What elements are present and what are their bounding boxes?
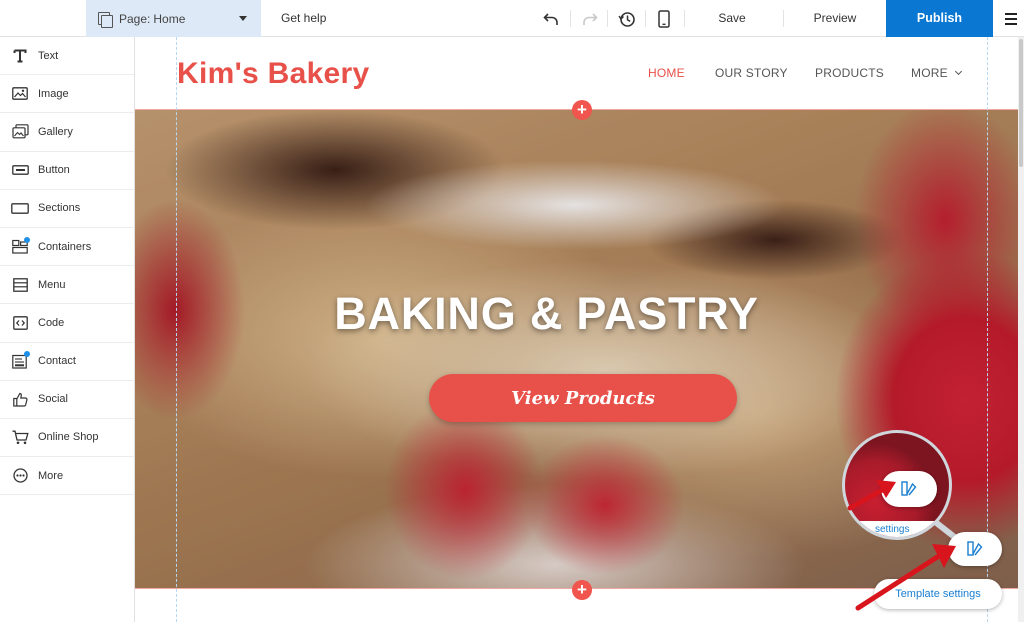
add-section-bottom-button[interactable]: + [572, 580, 592, 600]
mobile-view-icon[interactable] [653, 0, 675, 37]
sidebar-item-menu[interactable]: Menu [0, 266, 134, 305]
sidebar-item-label: Online Shop [38, 431, 99, 444]
more-icon [11, 467, 29, 485]
image-icon [11, 85, 29, 103]
layout-guide-left [176, 37, 177, 622]
new-badge [24, 351, 30, 358]
view-products-button[interactable]: View Products [429, 374, 737, 422]
nav-more-label: MORE [911, 66, 948, 80]
nav-our-story[interactable]: OUR STORY [715, 66, 788, 80]
toolbar-divider [645, 10, 646, 27]
sidebar-item-label: More [38, 469, 64, 482]
sidebar-item-label: Code [38, 316, 65, 329]
toolbar-divider [783, 10, 784, 27]
page-selector[interactable]: Page: Home [86, 0, 261, 37]
history-icon[interactable] [615, 0, 639, 37]
toolbar-divider [607, 10, 608, 27]
template-settings-icon [967, 541, 983, 556]
sidebar-item-contact[interactable]: Contact [0, 343, 134, 381]
sidebar-item-label: Image [38, 87, 69, 100]
sidebar-item-label: Gallery [38, 125, 73, 138]
cart-icon [11, 428, 29, 446]
undo-icon[interactable] [540, 0, 562, 37]
sidebar-item-text[interactable]: Text [0, 37, 134, 76]
magnified-settings-button [881, 471, 937, 507]
sidebar-item-code[interactable]: Code [0, 304, 134, 343]
site-header[interactable]: Kim's Bakery HOME OUR STORY PRODUCTS MOR… [135, 37, 1018, 109]
add-elements-sidebar: Text Image Gallery Button Sections Conta… [0, 37, 135, 622]
button-icon [11, 161, 29, 179]
sidebar-item-label: Sections [38, 202, 81, 215]
toolbar-divider [684, 10, 685, 27]
get-help-link[interactable]: Get help [281, 0, 326, 37]
pages-icon [98, 11, 113, 28]
sidebar-item-social[interactable]: Social [0, 381, 134, 419]
toolbar-divider [570, 10, 571, 27]
add-section-top-button[interactable]: + [572, 100, 592, 120]
preview-button[interactable]: Preview [800, 0, 870, 37]
text-icon [11, 47, 29, 65]
chevron-down-icon [239, 16, 247, 21]
sidebar-item-gallery[interactable]: Gallery [0, 113, 134, 152]
magnified-settings-callout: settings [842, 430, 952, 540]
sidebar-item-sections[interactable]: Sections [0, 190, 134, 228]
sidebar-item-label: Button [38, 164, 70, 177]
redo-icon[interactable] [579, 0, 601, 37]
contact-icon [11, 351, 30, 370]
sidebar-item-button[interactable]: Button [0, 152, 134, 190]
scrollbar-thumb[interactable] [1019, 39, 1023, 167]
publish-button[interactable]: Publish [886, 0, 993, 37]
gallery-icon [11, 123, 29, 141]
sidebar-item-label: Contact [38, 355, 76, 368]
canvas-scrollbar[interactable] [1018, 37, 1024, 622]
new-badge [24, 236, 30, 243]
sidebar-item-online-shop[interactable]: Online Shop [0, 419, 134, 458]
menu-list-icon [11, 276, 29, 294]
nav-more[interactable]: MORE [911, 66, 962, 80]
current-page-name: Home [153, 11, 186, 26]
save-button[interactable]: Save [700, 0, 764, 37]
nav-products[interactable]: PRODUCTS [815, 66, 884, 80]
menu-icon[interactable] [1005, 13, 1017, 25]
site-logo[interactable]: Kim's Bakery [177, 57, 370, 91]
code-icon [11, 314, 29, 332]
sidebar-item-label: Text [38, 49, 59, 62]
sidebar-item-more[interactable]: More [0, 457, 134, 496]
thumbs-up-icon [11, 390, 29, 408]
template-settings-label[interactable]: Template settings [874, 579, 1002, 609]
hero-title[interactable]: BAKING & PASTRY [135, 288, 988, 340]
sidebar-item-containers[interactable]: Containers [0, 228, 134, 267]
template-settings-button[interactable] [948, 532, 1002, 566]
editor-toolbar: Page: Home Get help Save Preview Publish [0, 0, 1024, 37]
sidebar-item-label: Menu [38, 278, 66, 291]
sidebar-item-image[interactable]: Image [0, 75, 134, 114]
nav-home[interactable]: HOME [648, 66, 685, 80]
sections-icon [11, 199, 29, 217]
sidebar-item-label: Social [38, 393, 68, 406]
containers-icon [11, 236, 30, 256]
sidebar-item-label: Containers [38, 240, 92, 253]
chevron-down-icon [954, 67, 962, 76]
page-prefix: Page: [119, 11, 151, 26]
